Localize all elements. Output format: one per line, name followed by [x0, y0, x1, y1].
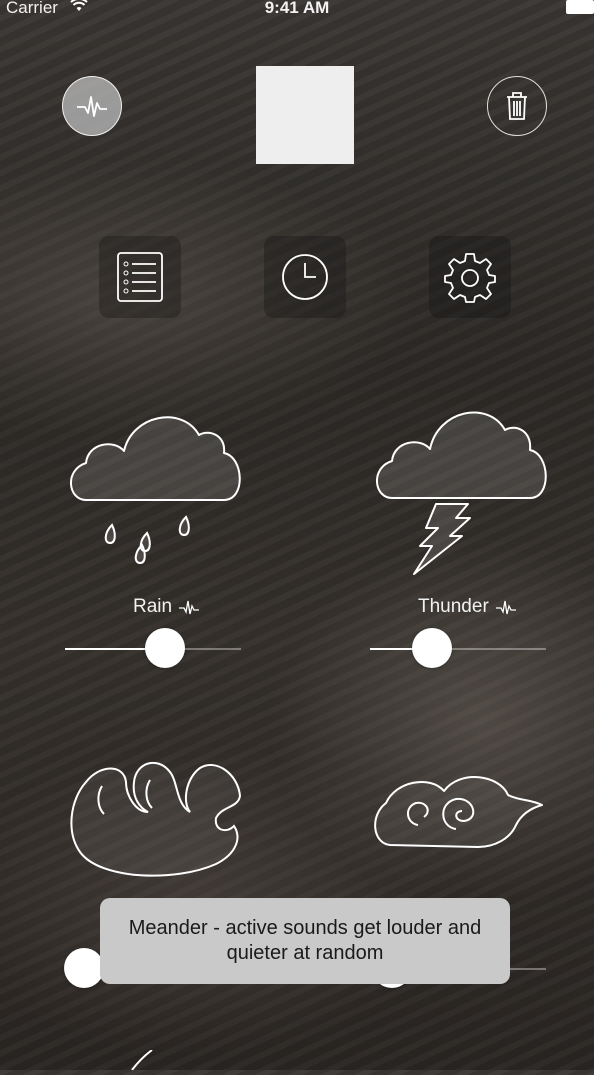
thunder-sound-button[interactable] [370, 398, 550, 578]
meander-indicator-icon [179, 600, 200, 615]
timer-button[interactable] [264, 236, 346, 318]
meander-button[interactable] [62, 76, 122, 136]
clock-icon [282, 254, 328, 300]
play-stop-button[interactable] [256, 66, 354, 164]
thunder-cloud-icon [376, 411, 547, 575]
waves-sound-button[interactable] [66, 752, 246, 887]
partial-sound-icon [131, 1049, 153, 1071]
sound-list-button[interactable] [99, 236, 181, 318]
rain-slider-thumb[interactable] [145, 628, 185, 668]
rain-label: Rain [133, 596, 173, 617]
toast-text: Meander - active sounds get louder and q… [128, 917, 482, 964]
wind-sound-button[interactable] [370, 765, 548, 860]
thunder-label: Thunder [418, 596, 489, 617]
list-icon [117, 252, 163, 302]
rain-cloud-icon [70, 416, 241, 565]
trash-icon [507, 92, 527, 120]
gear-icon [444, 253, 496, 303]
settings-button[interactable] [429, 236, 511, 318]
meander-toast: Meander - active sounds get louder and q… [100, 898, 510, 984]
wave-icon [70, 761, 242, 877]
status-time: 9:41 AM [264, 0, 330, 17]
waves-slider-thumb[interactable] [64, 948, 104, 988]
thunder-volume-slider[interactable] [370, 648, 546, 650]
thunder-slider-thumb[interactable] [412, 628, 452, 668]
rain-label-row: Rain [133, 596, 200, 618]
meander-indicator-icon [495, 600, 516, 615]
rain-sound-button[interactable] [64, 405, 244, 575]
waveform-icon [77, 96, 107, 117]
battery-icon [566, 0, 594, 14]
status-bar: Carrier 9:41 AM [0, 0, 594, 20]
thunder-label-row: Thunder [418, 596, 517, 618]
trash-button[interactable] [487, 76, 547, 136]
next-sound-icon[interactable] [128, 1049, 158, 1075]
wind-icon [374, 776, 543, 848]
